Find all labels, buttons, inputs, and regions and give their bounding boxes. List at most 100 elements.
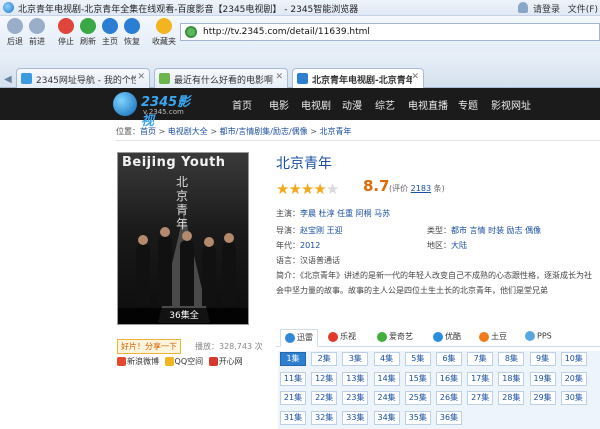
episode-button[interactable]: 3集 [342, 352, 369, 366]
episode-button[interactable]: 34集 [373, 410, 400, 425]
favorites-button[interactable]: 收藏夹 [150, 18, 178, 47]
stop-button[interactable]: 停止 [55, 18, 77, 47]
breadcrumb-current[interactable]: 北京青年 [319, 127, 351, 136]
file-menu[interactable]: 文件(F) [568, 2, 598, 15]
kaixin-icon[interactable] [208, 357, 218, 366]
divider [116, 140, 600, 141]
star-icon: ★ [313, 180, 326, 198]
tab-beijing-youth[interactable]: 北京青年电视剧-北京青年... ✕ [292, 68, 424, 89]
episode-button[interactable]: 7集 [467, 352, 494, 366]
tab-scroll-left-icon[interactable]: ◀ [4, 74, 12, 85]
breadcrumb: 位置：首页 > 电视剧大全 > 都市/言情剧集/励志/偶像 > 北京青年 [116, 127, 352, 136]
episode-button[interactable]: 22集 [311, 391, 338, 405]
episode-button[interactable]: 33集 [342, 410, 369, 425]
episode-button[interactable]: 13集 [342, 371, 369, 386]
episode-button[interactable]: 20集 [560, 371, 587, 386]
browser-logo-icon [3, 2, 14, 13]
back-button[interactable]: 后退 [4, 18, 26, 47]
episode-button[interactable]: 35集 [404, 410, 431, 425]
summary: 简介：《北京青年》讲述的是新一代的年轻人改变自己不成熟的心态跟性格，逐渐成长为社… [276, 271, 592, 295]
site-logo[interactable]: 2345影视 v.2345.com [113, 90, 203, 129]
user-icon[interactable] [518, 2, 528, 13]
nav-anime[interactable]: 动漫 [342, 97, 362, 112]
breadcrumb-home[interactable]: 首页 [140, 127, 156, 136]
source-iqiyi[interactable]: 爱奇艺 [377, 331, 413, 342]
episode-button[interactable]: 11集 [280, 371, 306, 386]
episode-button[interactable]: 32集 [311, 410, 338, 425]
type-value[interactable]: 都市 言情 时装 励志 偶像 [451, 226, 541, 235]
nav-sites[interactable]: 影视网址 [491, 97, 531, 112]
episode-button[interactable]: 21集 [280, 391, 306, 405]
share-button[interactable]: 好片！分享一下 [117, 339, 181, 354]
episode-button[interactable]: 14集 [373, 371, 400, 386]
tab-close-icon[interactable]: ✕ [411, 72, 419, 82]
episode-button[interactable]: 9集 [529, 352, 556, 366]
share-qzone[interactable]: QQ空间 [175, 357, 204, 366]
nav-variety[interactable]: 综艺 [375, 97, 395, 112]
episode-button[interactable]: 15集 [404, 371, 431, 386]
address-bar[interactable]: http://tv.2345.com/detail/11639.html [180, 23, 600, 41]
episode-button[interactable]: 30集 [560, 391, 587, 405]
weibo-icon[interactable] [117, 357, 126, 366]
director-value[interactable]: 赵宝刚 王迎 [300, 226, 343, 235]
tab-close-icon[interactable]: ✕ [275, 72, 283, 82]
nav-live[interactable]: 电视直播 [408, 97, 448, 112]
source-pps[interactable]: PPS [525, 331, 552, 341]
address-url[interactable]: http://tv.2345.com/detail/11639.html [203, 27, 370, 37]
episode-button[interactable]: 16集 [436, 371, 462, 386]
year-value[interactable]: 2012 [300, 241, 320, 250]
episode-button[interactable]: 18集 [498, 371, 525, 386]
source-tudou[interactable]: 土豆 [479, 331, 507, 342]
rating-count-link[interactable]: 2183 [411, 184, 431, 193]
home-button[interactable]: 主页 [99, 18, 121, 47]
tab-close-icon[interactable]: ✕ [137, 72, 145, 82]
episode-button[interactable]: 17集 [467, 371, 494, 386]
episode-button[interactable]: 24集 [373, 391, 400, 405]
nav-tv[interactable]: 电视剧 [301, 97, 331, 112]
breadcrumb-tv-list[interactable]: 电视剧大全 [168, 127, 208, 136]
starring-value[interactable]: 李晨 杜淳 任重 阿桐 马苏 [300, 209, 390, 218]
episode-button[interactable]: 28集 [498, 391, 525, 405]
restore-button[interactable]: 恢复 [121, 18, 143, 47]
region-value[interactable]: 大陆 [451, 241, 467, 250]
star-icon: ★ [288, 180, 301, 198]
episode-button[interactable]: 31集 [280, 410, 306, 425]
tab-movie-question[interactable]: 最近有什么好看的电影啊... ✕ [154, 68, 288, 88]
nav-home[interactable]: 首页 [232, 97, 252, 112]
episode-button[interactable]: 26集 [436, 391, 462, 405]
episode-button[interactable]: 12集 [311, 371, 338, 386]
episode-button[interactable]: 29集 [529, 391, 556, 405]
qzone-icon[interactable] [164, 357, 174, 366]
episode-button[interactable]: 2集 [311, 352, 338, 366]
episode-button[interactable]: 36集 [436, 410, 462, 425]
share-kaixin[interactable]: 开心网 [219, 357, 243, 366]
episode-button[interactable]: 23集 [342, 391, 369, 405]
nav-topics[interactable]: 专题 [458, 97, 478, 112]
source-xunlei[interactable]: 迅雷 [280, 329, 318, 347]
iqiyi-icon [377, 331, 387, 342]
episode-button[interactable]: 4集 [373, 352, 400, 366]
nav-movies[interactable]: 电影 [269, 97, 289, 112]
episode-button[interactable]: 5集 [404, 352, 431, 366]
site-nav: 2345影视 v.2345.com 首页 电影 电视剧 动漫 综艺 电视直播 专… [0, 88, 600, 129]
tab-2345-nav[interactable]: 2345网址导航 - 我的个性... ✕ [16, 68, 150, 88]
forward-button[interactable]: 前进 [26, 18, 48, 47]
source-youku[interactable]: 优酷 [433, 331, 461, 342]
episode-button[interactable]: 1集 [280, 352, 306, 366]
stop-icon [58, 18, 74, 34]
go-icon[interactable] [185, 26, 197, 38]
share-weibo[interactable]: 新浪微博 [127, 357, 159, 366]
episode-button[interactable]: 10集 [560, 352, 587, 366]
refresh-button[interactable]: 刷新 [77, 18, 99, 47]
episode-button[interactable]: 8集 [498, 352, 525, 366]
director-row: 导演：赵宝刚 王迎 [276, 226, 343, 235]
episode-button[interactable]: 25集 [404, 391, 431, 405]
poster-image[interactable]: Beijing Youth 北京青年 36集全 [117, 152, 249, 325]
breadcrumb-genre[interactable]: 都市/言情剧集/励志/偶像 [220, 127, 308, 136]
episode-button[interactable]: 27集 [467, 391, 494, 405]
source-letv[interactable]: 乐视 [328, 331, 356, 342]
login-link[interactable]: 请登录 [533, 2, 560, 15]
window-title: 北京青年电视剧-北京青年全集在线观看-百度影音【2345电视剧】 - 2345智… [18, 5, 359, 15]
episode-button[interactable]: 6集 [436, 352, 462, 366]
episode-button[interactable]: 19集 [529, 371, 556, 386]
